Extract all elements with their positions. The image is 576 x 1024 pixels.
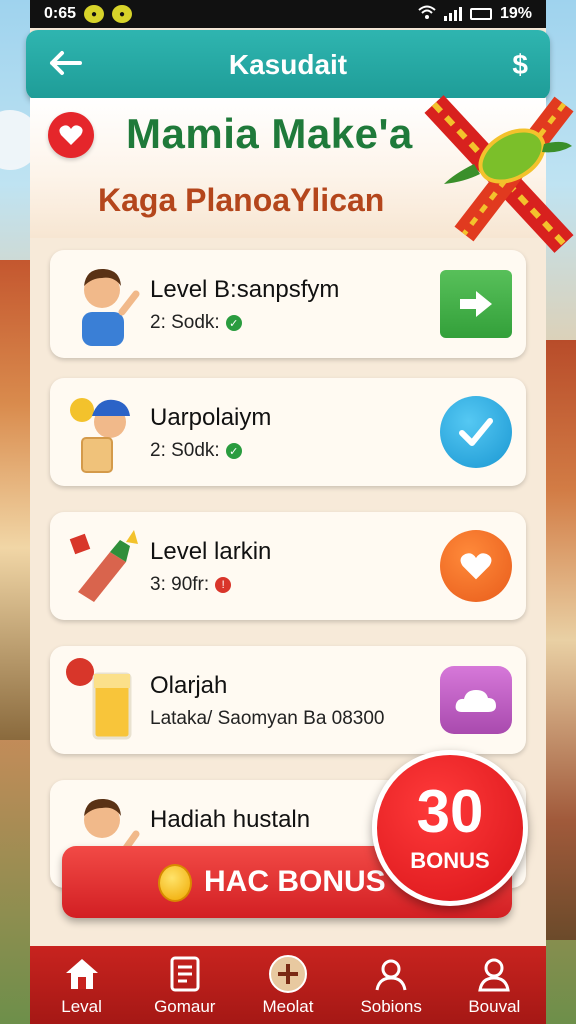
list-item[interactable]: Uarpolaiym 2: S0dk: ✓ xyxy=(50,378,526,486)
item-title: Level B:sanpsfym xyxy=(150,276,340,303)
item-meta-text: 2: S0dk: xyxy=(150,440,220,461)
arrow-left-icon xyxy=(50,51,82,75)
banner-title: Mamia Make'a xyxy=(126,110,413,157)
item-title: Olarjah xyxy=(150,672,228,699)
nav-label: Meolat xyxy=(262,997,314,1016)
bonus-number: 30 xyxy=(416,778,484,845)
nav-label: Gomaur xyxy=(154,997,216,1016)
status-time: 0:65 xyxy=(44,5,77,22)
notification-icon: ● xyxy=(112,5,133,23)
signal-icon xyxy=(443,7,462,21)
item-meta: Lataka/ Saomyan Ba 08300 xyxy=(150,708,385,729)
notification-icon: ● xyxy=(84,5,105,23)
item-meta: 2: Sodk: ✓ xyxy=(150,312,242,334)
bottle-icon xyxy=(69,530,138,602)
list-item[interactable]: Level larkin 3: 90fr: ! xyxy=(50,512,526,620)
nav-item-bouval[interactable]: Bouval xyxy=(444,946,544,1024)
item-meta-text: 2: Sodk: xyxy=(150,312,220,333)
nav-item-sobions[interactable]: Sobions xyxy=(341,946,441,1024)
heart-icon xyxy=(460,553,492,580)
wifi-icon xyxy=(418,5,436,24)
nav-label: Leval xyxy=(61,997,102,1016)
app-screen: Kasudait $ Mamia Make'a Kaga PlanoaYlica… xyxy=(26,28,574,1024)
app-header: Kasudait $ xyxy=(26,30,550,100)
header-title: Kasudait xyxy=(228,49,348,80)
check-badge-icon: ✓ xyxy=(225,315,242,331)
list-item[interactable]: Olarjah Lataka/ Saomyan Ba 08300 xyxy=(50,646,526,754)
favorite-button[interactable] xyxy=(440,530,512,602)
go-button[interactable] xyxy=(440,270,512,338)
status-bar: 0:65 ● ● 19% xyxy=(30,0,546,28)
item-meta-text: 3: 90fr: xyxy=(150,574,210,595)
nav-label: Bouval xyxy=(468,997,521,1016)
item-title: Hadiah hustaln xyxy=(150,806,311,833)
bonus-text: BONUS xyxy=(410,848,490,873)
list-item[interactable]: Level B:sanpsfym 2: Sodk: ✓ xyxy=(50,250,526,358)
check-badge-icon: ✓ xyxy=(225,443,242,459)
nav-item-leval[interactable]: Leval xyxy=(32,946,132,1024)
currency-button[interactable]: $ xyxy=(488,49,528,81)
gift-ribbon-icon xyxy=(424,95,574,253)
plus-circle-icon xyxy=(268,953,308,995)
bonus-button-label: HAC BONUS xyxy=(204,865,386,898)
coin-icon xyxy=(158,864,192,902)
user-badge-icon xyxy=(373,953,409,995)
battery-percent: 19% xyxy=(499,5,532,22)
badge-icon: ! xyxy=(215,577,232,593)
boy-with-drink-icon xyxy=(70,398,130,473)
home-icon xyxy=(64,953,100,995)
banner-subtitle: Kaga PlanoaYlican xyxy=(98,182,385,218)
arrow-right-icon xyxy=(460,291,492,317)
item-title: Level larkin xyxy=(150,538,272,565)
banner: Mamia Make'a Kaga PlanoaYlican xyxy=(30,95,574,253)
nav-item-meolat[interactable]: Meolat xyxy=(238,946,338,1024)
bonus-badge[interactable]: 30 BONUS xyxy=(372,750,528,906)
bottom-nav: Leval Gomaur Meolat Sobions Bouval xyxy=(30,946,546,1024)
battery-icon xyxy=(469,8,492,20)
complete-button[interactable] xyxy=(440,396,512,468)
back-button[interactable] xyxy=(48,48,88,82)
heart-icon[interactable] xyxy=(48,112,94,158)
check-icon xyxy=(459,418,493,446)
item-title: Uarpolaiym xyxy=(150,404,272,431)
cloud-button[interactable] xyxy=(440,666,512,734)
juice-glass-icon xyxy=(66,658,132,740)
cloud-icon xyxy=(455,690,496,712)
document-icon xyxy=(169,953,201,995)
item-meta: 2: S0dk: ✓ xyxy=(150,440,242,462)
boy-avatar-icon xyxy=(82,268,140,346)
nav-label: Sobions xyxy=(360,997,422,1016)
profile-icon xyxy=(476,953,512,995)
item-meta: 3: 90fr: ! xyxy=(150,574,232,596)
nav-item-gomaur[interactable]: Gomaur xyxy=(135,946,235,1024)
